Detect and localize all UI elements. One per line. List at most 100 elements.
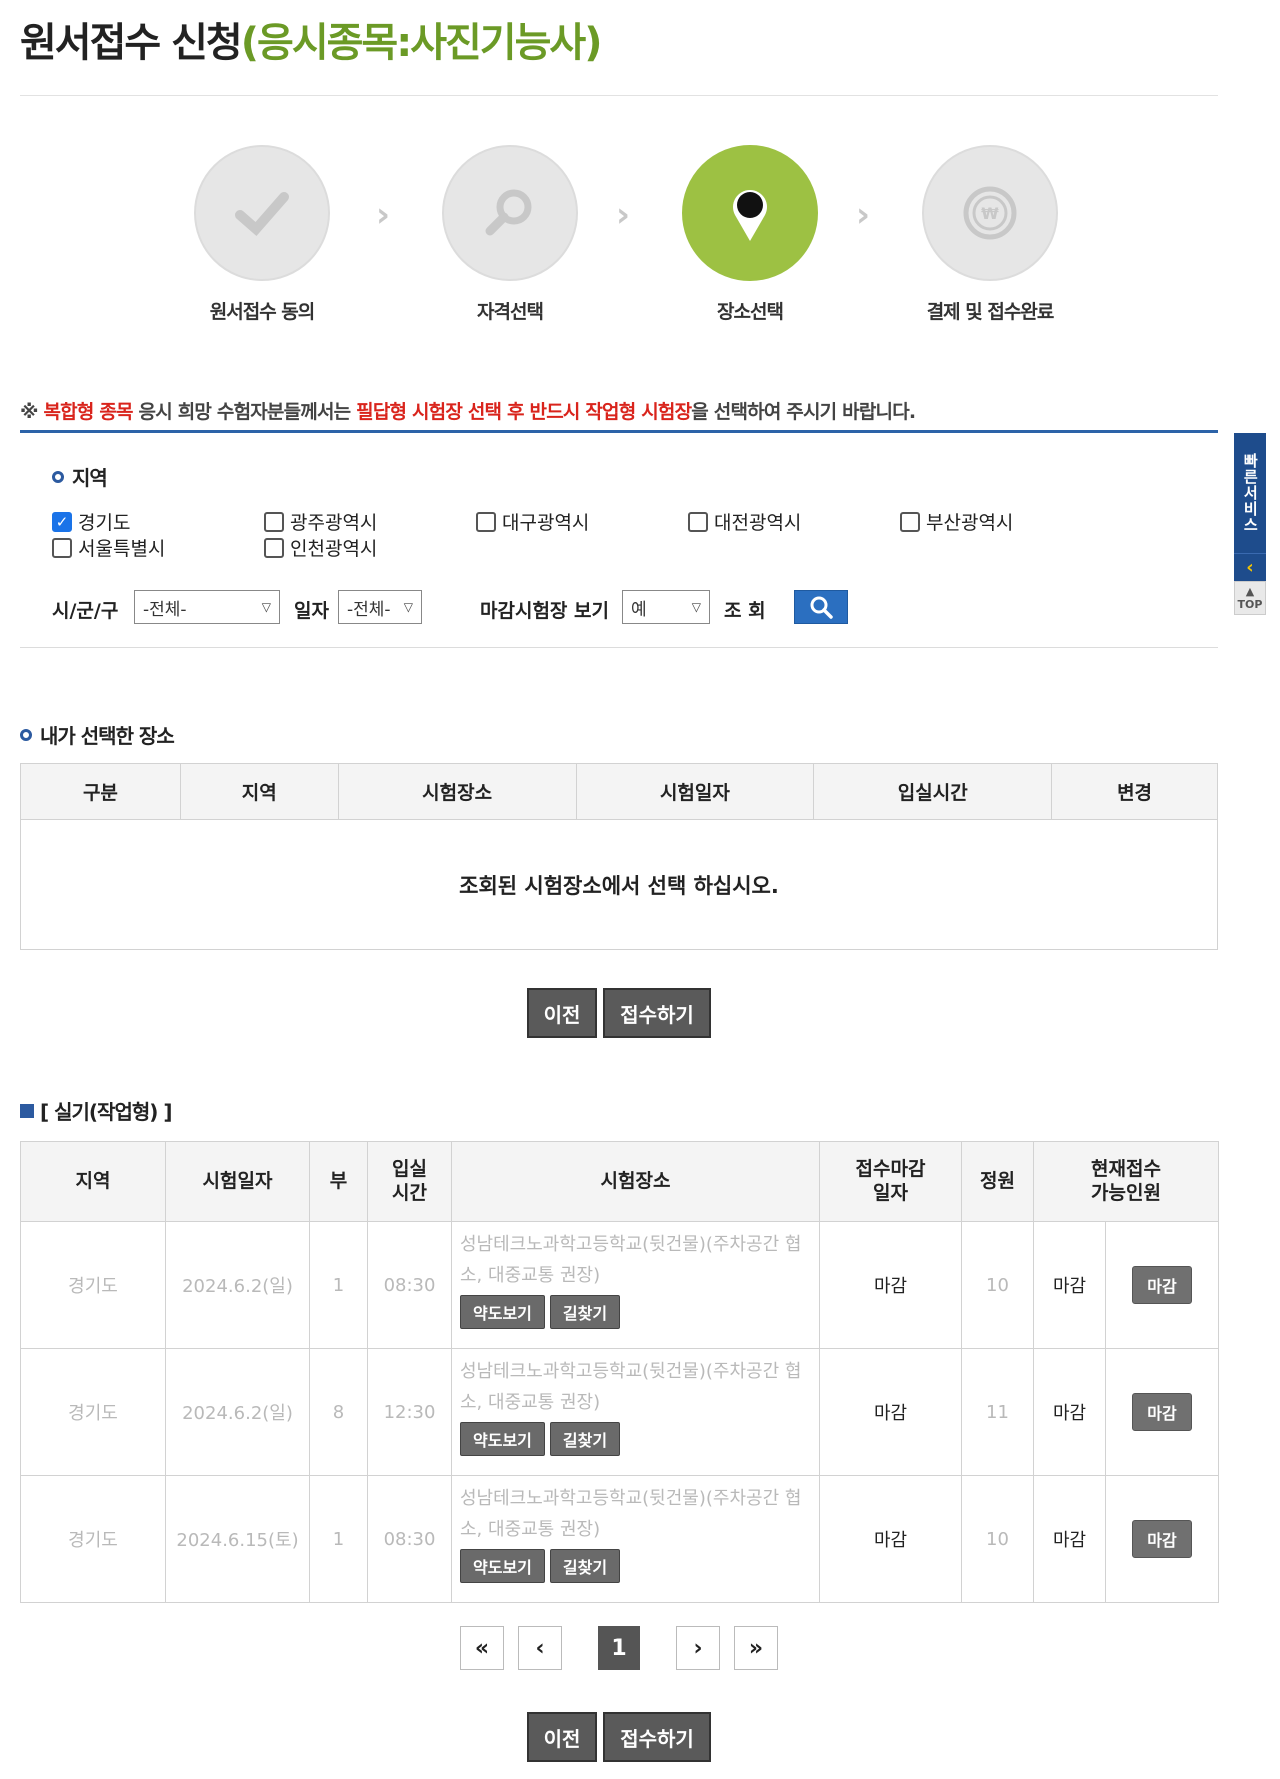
region-option-incheon[interactable]: 인천광역시: [264, 534, 377, 561]
quick-service-panel: 빠른서비스 ‹ ▲ TOP: [1234, 433, 1266, 615]
region-option-gwangju[interactable]: 광주광역시: [264, 508, 377, 535]
step-label: 결제 및 접수완료: [926, 301, 1055, 323]
checkbox[interactable]: [476, 511, 496, 532]
search-button[interactable]: [794, 590, 848, 624]
cell-place: 성남테크노과학고등학교(뒷건물)(주차공간 협소, 대중교통 권장) 약도보기 …: [451, 1221, 820, 1349]
location-pin-icon: [682, 145, 818, 281]
check-icon: [194, 145, 330, 281]
map-button[interactable]: 약도보기: [460, 1422, 545, 1457]
checkbox-checked[interactable]: ✓: [52, 511, 72, 532]
prev-button[interactable]: 이전: [527, 1712, 597, 1762]
region-checkbox-group: ✓ 경기도 광주광역시 대구광역시 대전광역시 부산광역시 서울특별시 인천광역시: [52, 508, 1052, 568]
city-select[interactable]: -전체- ▽: [134, 590, 280, 624]
submit-button[interactable]: 접수하기: [603, 988, 711, 1038]
cell-place: 성남테크노과학고등학교(뒷건물)(주차공간 협소, 대중교통 권장) 약도보기 …: [451, 1348, 820, 1476]
region-option-daegu[interactable]: 대구광역시: [476, 508, 589, 535]
first-page-button[interactable]: «: [460, 1626, 504, 1670]
city-label: 시/군/구: [52, 600, 119, 622]
closed-button[interactable]: 마감: [1132, 1266, 1192, 1304]
checkbox[interactable]: [264, 511, 284, 532]
table-header-row: 구분 지역 시험장소 시험일자 입실시간 변경: [20, 763, 1218, 820]
map-button[interactable]: 약도보기: [460, 1549, 545, 1584]
search-icon: [442, 145, 578, 281]
column-header: 시험장소: [337, 763, 577, 820]
empty-message: 조회된 시험장소에서 선택 하십시오.: [20, 819, 1218, 950]
title-main: 원서접수 신청: [20, 20, 243, 66]
selected-heading-text: 내가 선택한 장소: [40, 724, 175, 748]
table-row: 경기도 2024.6.2(일) 8 12:30 성남테크노과학고등학교(뒷건물)…: [20, 1348, 1220, 1476]
region-option-daejeon[interactable]: 대전광역시: [688, 508, 801, 535]
closed-button[interactable]: 마감: [1132, 1393, 1192, 1431]
notice-highlight: 필답형 시험장 선택 후 반드시 작업형 시험장: [356, 401, 692, 423]
cell-action: 마감: [1104, 1348, 1220, 1476]
notice-body: 을 선택하여 주시기 바랍니다.: [691, 401, 916, 423]
exam-site-table: 지역 시험일자 부 입실 시간 시험장소 접수마감 일자 정원 현재접수 가능인…: [20, 1141, 1220, 1603]
prev-page-button[interactable]: ‹: [518, 1626, 562, 1670]
divider: [20, 95, 1218, 96]
cell-capacity: 10: [961, 1475, 1034, 1603]
region-option-label: 광주광역시: [290, 512, 378, 534]
region-option-label: 서울특별시: [78, 538, 166, 560]
next-page-button[interactable]: ›: [676, 1626, 720, 1670]
cell-time: 08:30: [367, 1475, 452, 1603]
prev-button[interactable]: 이전: [527, 988, 597, 1038]
submit-button[interactable]: 접수하기: [603, 1712, 711, 1762]
last-page-button[interactable]: »: [734, 1626, 778, 1670]
column-header: 입실시간: [813, 763, 1053, 820]
cell-region: 경기도: [20, 1475, 166, 1603]
chevron-down-icon: ▽: [691, 600, 701, 614]
action-buttons-top: 이전 접수하기: [20, 988, 1218, 1038]
date-label: 일자: [294, 600, 329, 622]
date-select[interactable]: -전체- ▽: [338, 590, 422, 624]
closed-select[interactable]: 예 ▽: [622, 590, 710, 624]
checkbox[interactable]: [900, 511, 920, 532]
cell-deadline: 마감: [819, 1475, 962, 1603]
place-name: 성남테크노과학고등학교(뒷건물)(주차공간 협소, 대중교통 권장): [460, 1488, 802, 1540]
cell-place: 성남테크노과학고등학교(뒷건물)(주차공간 협소, 대중교통 권장) 약도보기 …: [451, 1475, 820, 1603]
region-option-gyeonggi[interactable]: ✓ 경기도: [52, 508, 130, 535]
column-header: 변경: [1051, 763, 1218, 820]
cell-date: 2024.6.2(일): [165, 1221, 310, 1349]
pagination: « ‹ 1 › »: [20, 1626, 1218, 1670]
route-button[interactable]: 길찾기: [549, 1422, 621, 1457]
cell-deadline: 마감: [819, 1348, 962, 1476]
place-buttons: 약도보기 길찾기: [460, 1422, 811, 1457]
route-button[interactable]: 길찾기: [549, 1549, 621, 1584]
region-option-label: 인천광역시: [290, 538, 378, 560]
region-heading-text: 지역: [72, 466, 108, 490]
current-page[interactable]: 1: [598, 1626, 640, 1670]
map-button[interactable]: 약도보기: [460, 1295, 545, 1330]
cell-region: 경기도: [20, 1221, 166, 1349]
column-header: 구분: [20, 763, 181, 820]
cell-action: 마감: [1104, 1221, 1220, 1349]
cell-action: 마감: [1104, 1475, 1220, 1603]
collapse-arrow-icon[interactable]: ‹: [1234, 553, 1266, 581]
checkbox[interactable]: [264, 537, 284, 558]
region-option-busan[interactable]: 부산광역시: [900, 508, 1013, 535]
cell-part: 1: [309, 1221, 368, 1349]
quick-service-button[interactable]: 빠른서비스: [1234, 433, 1266, 553]
checkbox[interactable]: [52, 537, 72, 558]
column-header: 입실 시간: [367, 1141, 452, 1222]
closed-button[interactable]: 마감: [1132, 1520, 1192, 1558]
practical-heading: [ 실기(작업형) ]: [20, 1096, 172, 1125]
step-label: 원서접수 동의: [209, 301, 316, 323]
step-qualification: 자격선택: [440, 145, 580, 324]
selected-table: 구분 지역 시험장소 시험일자 입실시간 변경 조회된 시험장소에서 선택 하십…: [20, 763, 1218, 950]
column-header: 지역: [179, 763, 339, 820]
arrow-box-icon: [20, 1103, 34, 1118]
region-option-label: 부산광역시: [926, 512, 1014, 534]
cell-capacity: 10: [961, 1221, 1034, 1349]
cell-available: 마감: [1033, 1348, 1106, 1476]
divider: [20, 647, 1218, 648]
date-select-value: -전체-: [347, 599, 391, 620]
scroll-top-button[interactable]: ▲ TOP: [1234, 581, 1266, 615]
checkbox[interactable]: [688, 511, 708, 532]
caret-up-icon: ▲: [1245, 585, 1255, 598]
closed-label: 마감시험장 보기: [480, 600, 609, 622]
region-option-label: 대전광역시: [714, 512, 802, 534]
quick-service-label: 빠른서비스: [1241, 453, 1260, 533]
region-option-seoul[interactable]: 서울특별시: [52, 534, 165, 561]
place-name: 성남테크노과학고등학교(뒷건물)(주차공간 협소, 대중교통 권장): [460, 1234, 802, 1286]
route-button[interactable]: 길찾기: [549, 1295, 621, 1330]
